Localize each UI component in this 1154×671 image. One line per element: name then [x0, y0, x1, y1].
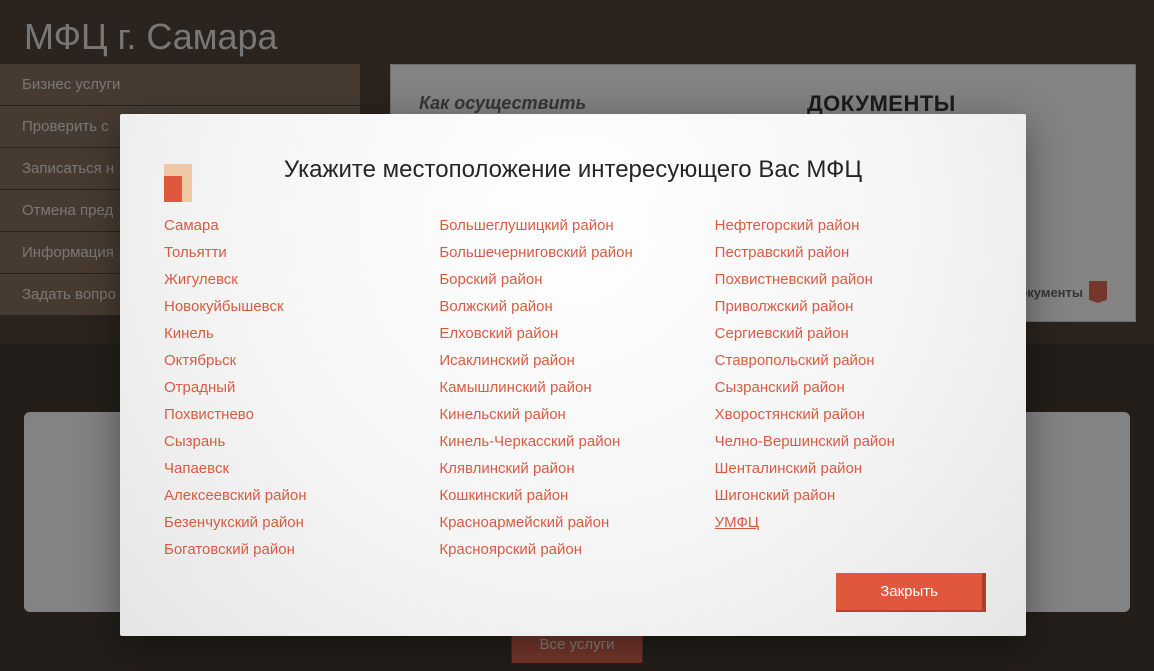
location-link[interactable]: Нефтегорский район [715, 212, 982, 239]
location-link[interactable]: Самара [164, 212, 431, 239]
location-link[interactable]: Пестравский район [715, 239, 982, 266]
location-link[interactable]: Богатовский район [164, 536, 431, 563]
location-link[interactable]: Отрадный [164, 374, 431, 401]
location-modal: Укажите местоположение интересующего Вас… [120, 114, 1026, 636]
modal-col-3: Нефтегорский районПестравский районПохви… [715, 212, 982, 563]
location-link[interactable]: Клявлинский район [439, 455, 706, 482]
location-link[interactable]: Жигулевск [164, 266, 431, 293]
location-link[interactable]: Кинель [164, 320, 431, 347]
location-link[interactable]: Сергиевский район [715, 320, 982, 347]
location-link[interactable]: Челно-Вершинский район [715, 428, 982, 455]
location-link[interactable]: Камышлинский район [439, 374, 706, 401]
location-link[interactable]: Безенчукский район [164, 509, 431, 536]
location-link[interactable]: Борский район [439, 266, 706, 293]
location-link[interactable]: Похвистнево [164, 401, 431, 428]
location-link[interactable]: Большеглушицкий район [439, 212, 706, 239]
modal-col-1: СамараТольяттиЖигулевскНовокуйбышевскКин… [164, 212, 431, 563]
location-link[interactable]: Кинельский район [439, 401, 706, 428]
location-link[interactable]: Чапаевск [164, 455, 431, 482]
modal-title: Укажите местоположение интересующего Вас… [164, 156, 982, 184]
modal-col-2: Большеглушицкий районБольшечерниговский … [439, 212, 706, 563]
location-link[interactable]: УМФЦ [715, 509, 982, 536]
location-link[interactable]: Ставропольский район [715, 347, 982, 374]
location-link[interactable]: Елховский район [439, 320, 706, 347]
location-link[interactable]: Похвистневский район [715, 266, 982, 293]
location-link[interactable]: Октябрьск [164, 347, 431, 374]
location-link[interactable]: Шигонский район [715, 482, 982, 509]
location-link[interactable]: Сызранский район [715, 374, 982, 401]
location-link[interactable]: Кинель-Черкасский район [439, 428, 706, 455]
logo-icon [164, 164, 206, 212]
location-link[interactable]: Красноармейский район [439, 509, 706, 536]
location-link[interactable]: Шенталинский район [715, 455, 982, 482]
location-link[interactable]: Тольятти [164, 239, 431, 266]
location-link[interactable]: Приволжский район [715, 293, 982, 320]
location-link[interactable]: Исаклинский район [439, 347, 706, 374]
close-button[interactable]: Закрыть [836, 573, 986, 612]
location-link[interactable]: Большечерниговский район [439, 239, 706, 266]
location-link[interactable]: Сызрань [164, 428, 431, 455]
location-link[interactable]: Красноярский район [439, 536, 706, 563]
location-link[interactable]: Алексеевский район [164, 482, 431, 509]
location-link[interactable]: Хворостянский район [715, 401, 982, 428]
location-link[interactable]: Кошкинский район [439, 482, 706, 509]
modal-columns: СамараТольяттиЖигулевскНовокуйбышевскКин… [164, 212, 982, 563]
location-link[interactable]: Волжский район [439, 293, 706, 320]
location-link[interactable]: Новокуйбышевск [164, 293, 431, 320]
